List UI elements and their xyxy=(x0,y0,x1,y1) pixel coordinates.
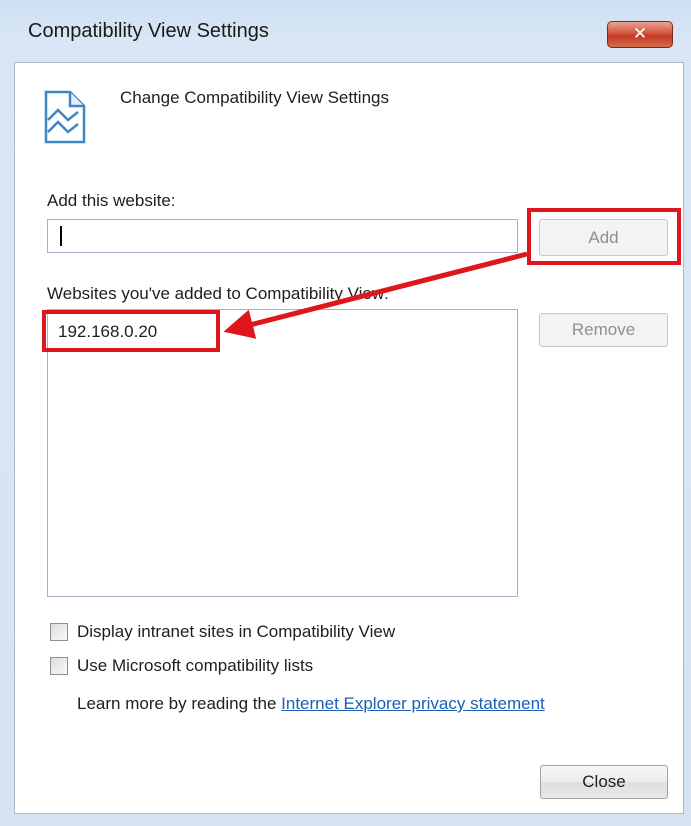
added-websites-list[interactable]: 192.168.0.20 xyxy=(47,309,518,597)
privacy-statement-link[interactable]: Internet Explorer privacy statement xyxy=(281,694,545,713)
added-websites-label: Websites you've added to Compatibility V… xyxy=(47,284,389,303)
window-title: Compatibility View Settings xyxy=(28,20,269,42)
intranet-checkbox[interactable] xyxy=(50,623,68,641)
dialog-window: Compatibility View Settings ✕ Change Com… xyxy=(0,0,691,826)
dialog-heading: Change Compatibility View Settings xyxy=(120,88,389,107)
add-button-highlight xyxy=(527,208,681,265)
ms-lists-checkbox[interactable] xyxy=(50,657,68,675)
window-close-button[interactable]: ✕ xyxy=(607,21,673,48)
list-item-highlight xyxy=(42,310,220,352)
intranet-checkbox-label: Display intranet sites in Compatibility … xyxy=(77,622,396,641)
ms-lists-checkbox-label: Use Microsoft compatibility lists xyxy=(77,656,314,675)
remove-button[interactable]: Remove xyxy=(539,313,668,347)
close-icon: ✕ xyxy=(632,24,648,44)
compatibility-page-icon xyxy=(44,90,86,144)
learn-more-text: Learn more by reading the Internet Explo… xyxy=(77,694,545,714)
add-website-label: Add this website: xyxy=(47,191,176,210)
title-bar[interactable]: Compatibility View Settings ✕ xyxy=(0,0,691,62)
website-input[interactable] xyxy=(47,219,518,253)
learn-more-prefix: Learn more by reading the xyxy=(77,694,277,713)
text-caret xyxy=(60,226,62,246)
close-button[interactable]: Close xyxy=(540,765,668,799)
